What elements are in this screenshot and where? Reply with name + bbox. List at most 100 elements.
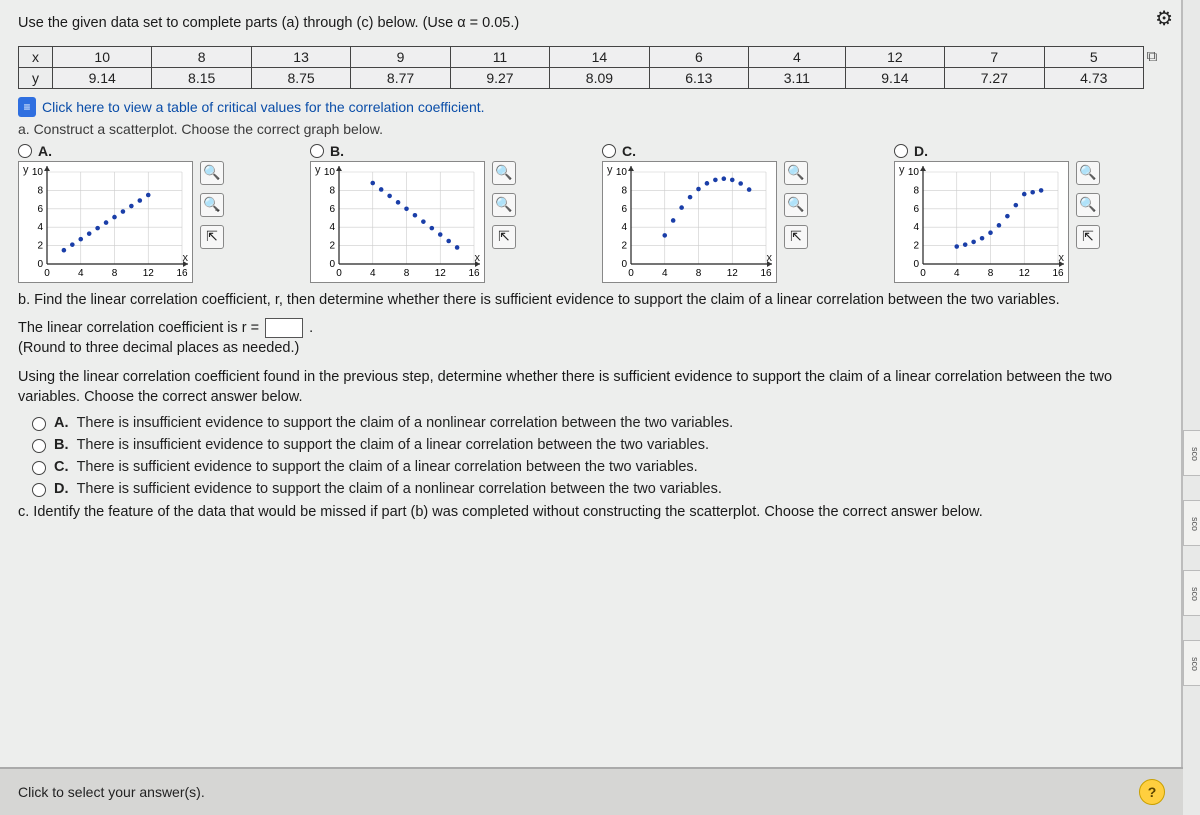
footer-bar: Click to select your answer(s). ? (0, 767, 1183, 815)
svg-text:8: 8 (913, 185, 919, 196)
zoom-in-icon[interactable]: 🔍 (200, 161, 224, 185)
scatterplot-c: y x 04812160246810 (602, 161, 777, 283)
part-c-text: c. Identify the feature of the data that… (18, 503, 1163, 523)
footer-text: Click to select your answer(s). (18, 784, 205, 800)
cell: 9 (351, 46, 450, 67)
mc-item-c[interactable]: C. There is sufficient evidence to suppo… (32, 459, 1163, 475)
svg-text:4: 4 (913, 222, 919, 233)
radio-b[interactable] (310, 144, 324, 158)
popout-icon[interactable]: ⇱ (1076, 225, 1100, 249)
side-tabs: sco sco sco sco (1183, 430, 1200, 686)
r-value-input[interactable] (265, 318, 303, 338)
gear-icon[interactable]: ⚙ (1155, 6, 1173, 31)
mc-text: There is sufficient evidence to support … (77, 459, 698, 475)
svg-text:8: 8 (696, 268, 702, 279)
cell: 7.27 (945, 67, 1044, 88)
svg-text:6: 6 (621, 203, 627, 214)
svg-text:8: 8 (329, 185, 335, 196)
svg-text:4: 4 (37, 222, 43, 233)
mc-text: There is sufficient evidence to support … (77, 481, 722, 497)
document-icon[interactable] (18, 97, 36, 117)
r-sentence-post: . (309, 320, 313, 336)
radio-mc-b[interactable] (32, 439, 46, 453)
svg-text:8: 8 (621, 185, 627, 196)
svg-text:16: 16 (1052, 268, 1064, 279)
svg-text:12: 12 (727, 268, 739, 279)
zoom-in-icon[interactable]: 🔍 (784, 161, 808, 185)
r-sentence-pre: The linear correlation coefficient is r … (18, 320, 263, 336)
cell: 4.73 (1044, 67, 1143, 88)
side-tab[interactable]: sco (1183, 500, 1200, 546)
scatterplot-a: y x 04812160246810 (18, 161, 193, 283)
zoom-in-icon[interactable]: 🔍 (1076, 161, 1100, 185)
svg-text:8: 8 (112, 268, 118, 279)
cell: 6.13 (649, 67, 748, 88)
zoom-out-icon[interactable]: 🔍 (492, 193, 516, 217)
cell: 14 (550, 46, 649, 67)
radio-d[interactable] (894, 144, 908, 158)
radio-c[interactable] (602, 144, 616, 158)
svg-text:8: 8 (37, 185, 43, 196)
svg-text:0: 0 (336, 268, 342, 279)
svg-text:12: 12 (143, 268, 155, 279)
popout-icon[interactable]: ⇱ (784, 225, 808, 249)
svg-text:0: 0 (621, 259, 627, 270)
svg-text:0: 0 (913, 259, 919, 270)
cell: 6 (649, 46, 748, 67)
scatterplot-d: y x 04812160246810 (894, 161, 1069, 283)
svg-text:0: 0 (920, 268, 926, 279)
row-header-y: y (19, 67, 53, 88)
zoom-out-icon[interactable]: 🔍 (784, 193, 808, 217)
critical-values-link[interactable]: Click here to view a table of critical v… (42, 99, 485, 115)
zoom-out-icon[interactable]: 🔍 (1076, 193, 1100, 217)
evidence-prompt: Using the linear correlation coefficient… (18, 368, 1163, 407)
svg-text:16: 16 (760, 268, 772, 279)
side-tab[interactable]: sco (1183, 430, 1200, 476)
cell: 8.77 (351, 67, 450, 88)
plot-svg-b: 04812160246810 (311, 162, 486, 284)
side-tab[interactable]: sco (1183, 640, 1200, 686)
xy-data-table: x 10 8 13 9 11 14 6 4 12 7 5 ⧉ y 9.14 8.… (18, 46, 1166, 89)
mc-item-a[interactable]: A. There is insufficient evidence to sup… (32, 415, 1163, 431)
cell: 9.27 (450, 67, 549, 88)
radio-mc-a[interactable] (32, 417, 46, 431)
mc-text: There is insufficient evidence to suppor… (77, 415, 734, 431)
cell: 3.11 (749, 67, 846, 88)
svg-text:2: 2 (329, 240, 335, 251)
svg-text:0: 0 (44, 268, 50, 279)
mc-item-d[interactable]: D. There is sufficient evidence to suppo… (32, 481, 1163, 497)
cell: 12 (845, 46, 944, 67)
radio-mc-d[interactable] (32, 483, 46, 497)
zoom-out-icon[interactable]: 🔍− (200, 193, 224, 217)
svg-text:16: 16 (468, 268, 480, 279)
help-button[interactable]: ? (1139, 779, 1165, 805)
svg-text:8: 8 (404, 268, 410, 279)
svg-text:6: 6 (913, 203, 919, 214)
plot-svg-d: 04812160246810 (895, 162, 1070, 284)
zoom-in-icon[interactable]: 🔍 (492, 161, 516, 185)
popout-icon[interactable]: ⇱ (492, 225, 516, 249)
svg-text:8: 8 (988, 268, 994, 279)
svg-text:2: 2 (621, 240, 627, 251)
cell: 11 (450, 46, 549, 67)
radio-mc-c[interactable] (32, 461, 46, 475)
svg-text:6: 6 (329, 203, 335, 214)
copy-table-icon[interactable]: ⧉ (1143, 48, 1161, 66)
mc-item-b[interactable]: B. There is insufficient evidence to sup… (32, 437, 1163, 453)
plot-svg-c: 04812160246810 (603, 162, 778, 284)
option-label: D. (914, 143, 928, 159)
radio-a[interactable] (18, 144, 32, 158)
scatter-option-d: D. y x 04812160246810 🔍 🔍 ⇱ (894, 143, 1154, 283)
svg-text:16: 16 (176, 268, 188, 279)
cell: 7 (945, 46, 1044, 67)
cell: 13 (251, 46, 350, 67)
side-tab[interactable]: sco (1183, 570, 1200, 616)
svg-text:10: 10 (324, 167, 336, 178)
svg-text:2: 2 (913, 240, 919, 251)
cell: 10 (53, 46, 152, 67)
mc-list: A. There is insufficient evidence to sup… (18, 415, 1163, 497)
cell: 8.75 (251, 67, 350, 88)
part-b-intro: b. Find the linear correlation coefficie… (18, 291, 1163, 311)
svg-text:4: 4 (78, 268, 84, 279)
popout-icon[interactable]: ⇱ (200, 225, 224, 249)
